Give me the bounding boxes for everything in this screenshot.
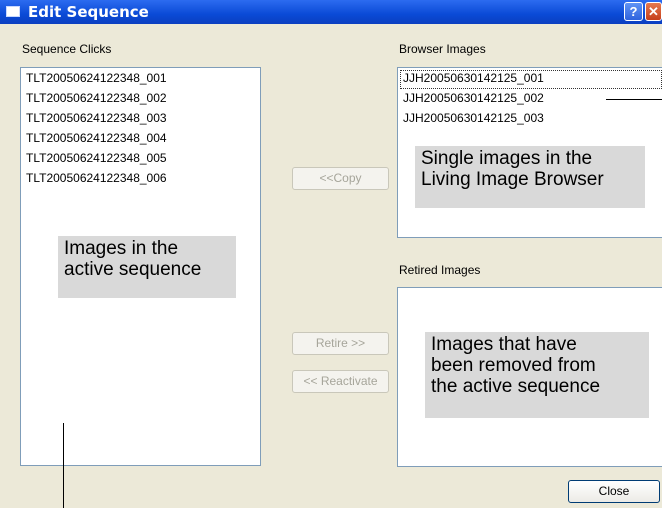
callout-pointer-line (606, 99, 662, 100)
copy-button[interactable]: <<Copy (292, 167, 389, 190)
callout-line: Images in the (64, 238, 179, 259)
retired-images-label: Retired Images (399, 263, 481, 277)
help-button[interactable]: ? (624, 2, 643, 21)
close-icon: ✕ (648, 4, 659, 19)
callout-line: Living Image Browser (421, 169, 604, 190)
list-item[interactable]: JJH20050630142125_001 (403, 71, 544, 85)
browser-images-label: Browser Images (399, 42, 486, 56)
callout-pointer-line (63, 423, 64, 508)
list-item[interactable]: TLT20050624122348_003 (26, 111, 167, 125)
list-item[interactable]: JJH20050630142125_002 (403, 91, 544, 105)
sequence-clicks-label: Sequence Clicks (22, 42, 112, 56)
list-item[interactable]: TLT20050624122348_001 (26, 71, 167, 85)
list-item[interactable]: JJH20050630142125_003 (403, 111, 544, 125)
list-item[interactable]: TLT20050624122348_002 (26, 91, 167, 105)
browser-callout: Single images in the Living Image Browse… (415, 146, 645, 208)
list-item[interactable]: TLT20050624122348_006 (26, 171, 167, 185)
list-item[interactable]: TLT20050624122348_005 (26, 151, 167, 165)
close-button[interactable]: Close (568, 480, 660, 503)
close-window-button[interactable]: ✕ (645, 2, 662, 21)
callout-line: been removed from (431, 355, 596, 376)
window-icon (6, 6, 20, 17)
list-item[interactable]: TLT20050624122348_004 (26, 131, 167, 145)
help-icon: ? (629, 4, 638, 19)
retired-callout: Images that have been removed from the a… (425, 332, 649, 418)
reactivate-button[interactable]: << Reactivate (292, 370, 389, 393)
callout-line: Images that have (431, 334, 577, 355)
title-bar[interactable]: Edit Sequence ? ✕ (0, 0, 662, 24)
callout-line: active sequence (64, 259, 202, 280)
window-title: Edit Sequence (28, 3, 149, 21)
sequence-callout: Images in the active sequence (58, 236, 236, 298)
callout-line: Single images in the (421, 148, 593, 169)
retire-button[interactable]: Retire >> (292, 332, 389, 355)
callout-line: the active sequence (431, 376, 601, 397)
